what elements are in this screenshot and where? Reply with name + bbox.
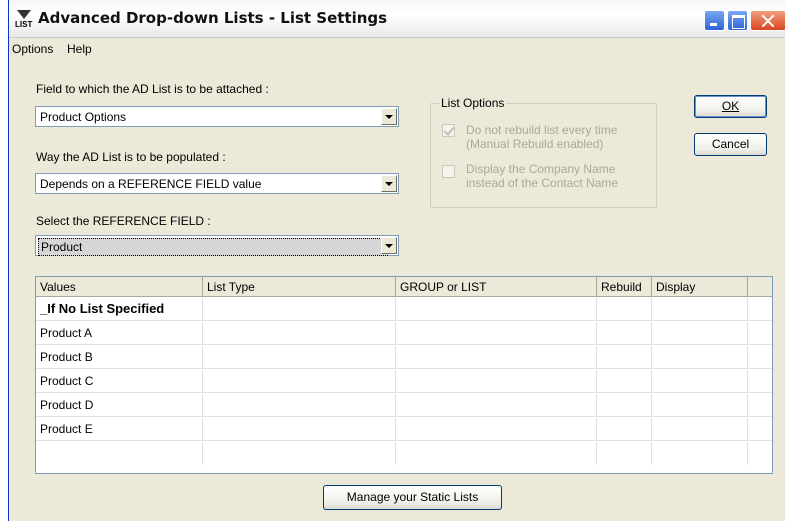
list-options-group: List Options Do not rebuild list every t… [430,96,657,208]
display-cell[interactable] [652,370,748,393]
row-value-cell[interactable]: _If No List Specified [36,298,203,321]
column-header-list-type[interactable]: List Type [203,277,396,297]
chevron-down-icon[interactable] [381,108,397,125]
list-settings-window: LIST Advanced Drop-down Lists - List Set… [8,0,785,521]
populate-dropdown[interactable]: Depends on a REFERENCE FIELD value [35,173,399,194]
row-value-cell[interactable]: Product E [36,418,203,441]
list-type-cell[interactable] [203,418,396,441]
display-cell[interactable] [652,394,748,417]
list-type-cell[interactable] [203,346,396,369]
reference-label: Select the REFERENCE FIELD : [36,214,211,228]
populate-dropdown-value: Depends on a REFERENCE FIELD value [40,177,262,191]
rebuild-cell[interactable] [597,418,652,441]
menu-bar: Options Help [9,39,785,59]
table-row[interactable]: Product A [36,322,772,345]
rebuild-cell[interactable] [597,370,652,393]
list-type-cell[interactable] [203,322,396,345]
ok-button[interactable]: OK [694,95,767,118]
list-options-title: List Options [439,96,507,110]
app-icon-label: LIST [15,20,33,29]
rebuild-cell[interactable] [597,298,652,321]
chevron-down-icon[interactable] [381,175,397,192]
menu-options[interactable]: Options [12,42,53,56]
list-type-cell[interactable] [203,370,396,393]
table-row[interactable]: Product B [36,346,772,369]
table-row[interactable] [36,442,772,465]
manage-static-lists-button[interactable]: Manage your Static Lists [323,485,502,510]
field-dropdown[interactable]: Product Options [35,106,399,127]
group-or-list-cell[interactable] [396,394,597,417]
rebuild-cell[interactable] [597,322,652,345]
column-header-values[interactable]: Values [36,277,203,297]
close-icon[interactable] [750,10,785,31]
populate-label: Way the AD List is to be populated : [36,150,226,164]
list-type-cell[interactable] [203,394,396,417]
company-name-label-1: Display the Company Name [466,162,616,176]
rebuild-checkbox-label-2: (Manual Rebuild enabled) [466,137,604,151]
rebuild-cell[interactable] [597,442,652,465]
chevron-down-icon[interactable] [381,237,397,254]
row-value-cell[interactable]: Product B [36,346,203,369]
cancel-button-label: Cancel [711,137,750,151]
company-name-label-2: instead of the Contact Name [466,176,619,190]
values-grid: Values List Type GROUP or LIST Rebuild D… [35,276,773,474]
list-icon: LIST [15,10,33,30]
list-type-cell[interactable] [203,298,396,321]
ok-button-label: OK [721,99,740,113]
table-row[interactable]: Product D [36,394,772,417]
row-value-cell[interactable]: Product C [36,370,203,393]
rebuild-cell[interactable] [597,346,652,369]
display-cell[interactable] [652,346,748,369]
row-value-cell[interactable] [36,442,203,465]
reference-dropdown-value: Product [38,238,388,256]
display-cell[interactable] [652,322,748,345]
grid-header: Values List Type GROUP or LIST Rebuild D… [36,277,772,297]
rebuild-checkbox[interactable] [442,124,455,137]
field-dropdown-value: Product Options [40,110,127,124]
column-header-group-or-list[interactable]: GROUP or LIST [396,277,597,297]
row-value-cell[interactable]: Product D [36,394,203,417]
minimize-icon[interactable] [704,10,725,31]
table-row[interactable]: _If No List Specified [36,298,772,321]
title-bar[interactable]: LIST Advanced Drop-down Lists - List Set… [9,0,785,38]
group-or-list-cell[interactable] [396,322,597,345]
cancel-button[interactable]: Cancel [694,133,767,156]
company-name-checkbox[interactable] [442,165,455,178]
manage-static-lists-label: Manage your Static Lists [346,490,479,504]
list-type-cell[interactable] [203,442,396,465]
row-value-cell[interactable]: Product A [36,322,203,345]
table-row[interactable]: Product C [36,370,772,393]
maximize-icon[interactable] [727,10,748,31]
display-cell[interactable] [652,418,748,441]
menu-help[interactable]: Help [67,42,92,56]
group-or-list-cell[interactable] [396,298,597,321]
group-or-list-cell[interactable] [396,418,597,441]
display-cell[interactable] [652,298,748,321]
group-or-list-cell[interactable] [396,370,597,393]
reference-dropdown[interactable]: Product [35,235,399,256]
field-label: Field to which the AD List is to be atta… [36,82,269,96]
rebuild-checkbox-label-1: Do not rebuild list every time [466,123,618,137]
group-or-list-cell[interactable] [396,442,597,465]
display-cell[interactable] [652,442,748,465]
group-or-list-cell[interactable] [396,346,597,369]
column-header-rebuild[interactable]: Rebuild [597,277,652,297]
column-header-display[interactable]: Display [652,277,748,297]
rebuild-cell[interactable] [597,394,652,417]
window-title: Advanced Drop-down Lists - List Settings [38,9,388,27]
table-row[interactable]: Product E [36,418,772,441]
